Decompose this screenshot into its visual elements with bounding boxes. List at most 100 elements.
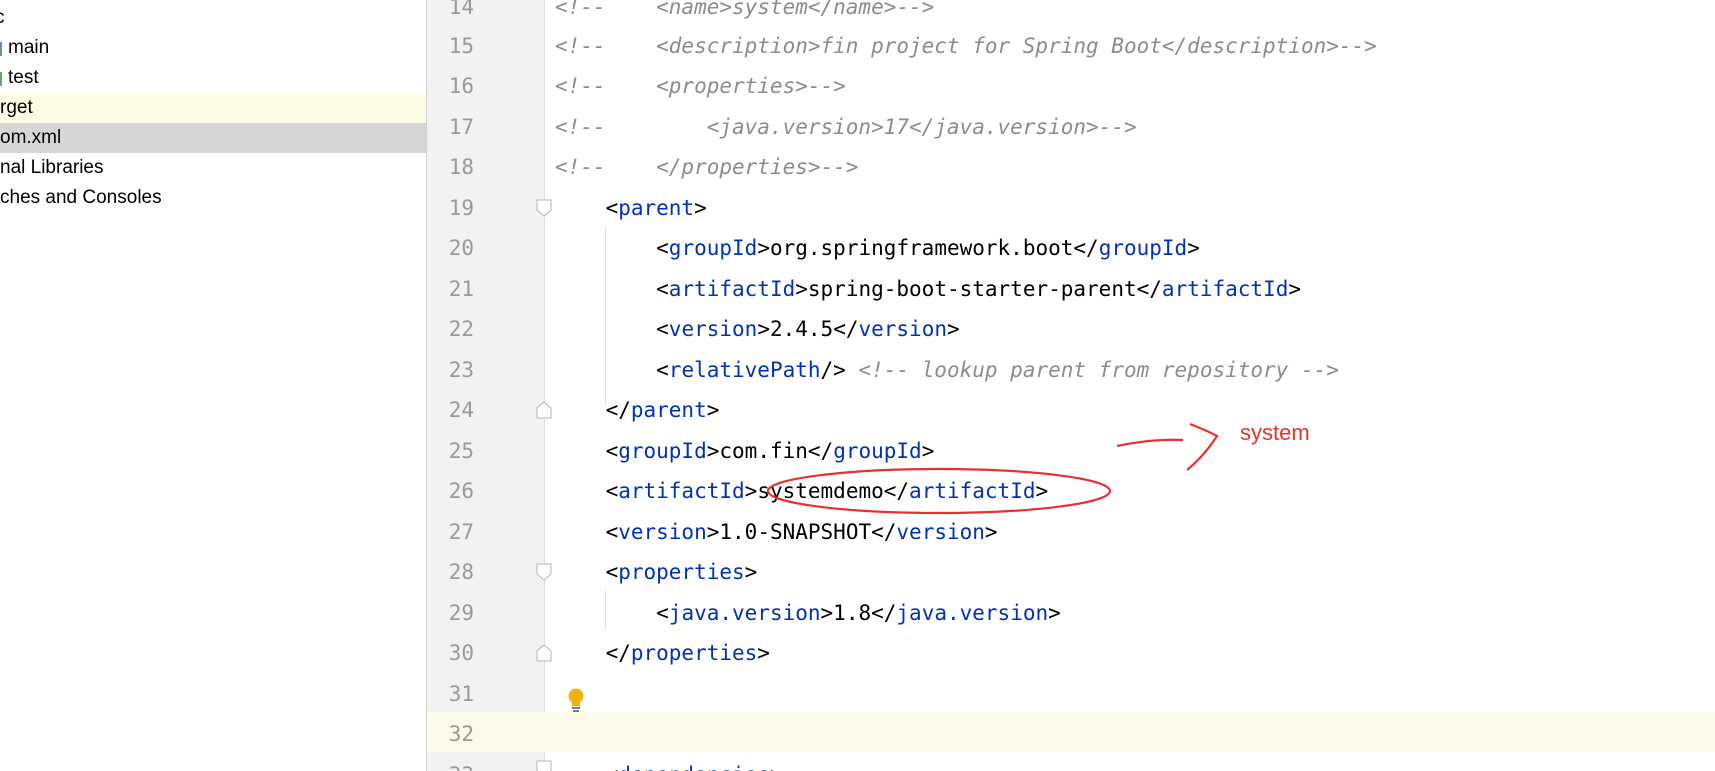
code-line-24: </parent> (555, 390, 720, 430)
xml-tag: dependencies (618, 763, 770, 771)
code-line-26: <artifactId>systemdemo</artifactId> (555, 471, 1049, 511)
xml-comment: <!-- <name>system</name>--> (555, 0, 935, 19)
bracket: < (555, 439, 619, 463)
tree-item-target[interactable]: rget (0, 93, 426, 123)
tree-item-label: test (8, 67, 39, 88)
tree-item-label: main (8, 37, 50, 58)
line-number: 16 (448, 74, 474, 98)
line-number: 29 (448, 601, 474, 625)
bracket: < (555, 358, 669, 382)
xml-tag: java.version (896, 601, 1049, 625)
xml-comment: <!-- </properties>--> (555, 155, 859, 179)
xml-tag: artifactId (668, 277, 796, 301)
bracket: > (770, 763, 783, 771)
bracket: > (947, 317, 960, 341)
code-line-25: <groupId>com.fin</groupId> (555, 431, 935, 471)
line-number: 27 (448, 520, 474, 544)
code-line-18: <!-- </properties>--> (555, 147, 858, 187)
xml-tag: parent (618, 196, 695, 220)
line-number: 17 (448, 115, 474, 139)
xml-value: systemdemo (757, 479, 884, 503)
code-line-20: <groupId>org.springframework.boot</group… (555, 228, 1200, 268)
xml-value: 1.0-SNAPSHOT (719, 520, 872, 544)
xml-tag: version (896, 520, 985, 544)
xml-comment: <!-- <description>fin project for Spring… (555, 34, 1377, 58)
line-number: 33 (427, 755, 474, 771)
xml-value: 1.8 (833, 601, 872, 625)
xml-value: org.springframework.boot (769, 236, 1074, 260)
tree-item-label: om.xml (0, 127, 62, 148)
tree-item-scratches-and-consoles[interactable]: ches and Consoles (0, 183, 426, 213)
fold-open-icon[interactable] (536, 199, 552, 217)
tree-item-main[interactable]: main (0, 33, 426, 63)
xml-comment: <!-- lookup parent from repository --> (858, 358, 1339, 382)
line-number: 28 (448, 560, 474, 584)
bracket: < (555, 601, 669, 625)
xml-tag: groupId (618, 439, 707, 463)
code-line-22: <version>2.4.5</version> (555, 309, 960, 349)
tree-item-pom-xml[interactable]: om.xml (0, 123, 426, 153)
line-number: 22 (448, 317, 474, 341)
line-number: 24 (448, 398, 474, 422)
xml-tag: artifactId (909, 479, 1036, 503)
code-editor[interactable]: 14 15 16 17 18 19 20 21 22 23 24 25 26 2… (427, 0, 1715, 771)
xml-comment: <!-- <properties>--> (555, 74, 846, 98)
fold-close-icon[interactable] (536, 644, 552, 662)
line-number: 15 (448, 34, 474, 58)
code-line-19: <parent> (555, 188, 707, 228)
bracket: </ (833, 317, 859, 341)
tree-item-src[interactable]: c (0, 3, 426, 33)
code-line-21: <artifactId>spring-boot-starter-parent</… (555, 269, 1301, 309)
xml-tag: groupId (668, 236, 758, 260)
bracket: > (795, 277, 808, 301)
fold-close-icon[interactable] (536, 401, 552, 419)
bracket: > (744, 560, 758, 584)
bracket: </ (1136, 277, 1162, 301)
xml-tag: version (618, 520, 707, 544)
line-number: 19 (448, 196, 474, 220)
bracket: </ (871, 520, 897, 544)
line-number: 26 (448, 479, 474, 503)
bracket: < (555, 560, 619, 584)
xml-tag: artifactId (1161, 277, 1289, 301)
line-number: 31 (448, 682, 474, 706)
code-line-27: <version>1.0-SNAPSHOT</version> (555, 512, 998, 552)
bracket: > (1048, 601, 1061, 625)
xml-tag: relativePath (668, 358, 821, 382)
bracket: </ (1073, 236, 1099, 260)
bracket: > (1288, 277, 1302, 301)
xml-value: spring-boot-starter-parent (807, 277, 1137, 301)
code-line-30: </properties> (555, 633, 770, 673)
xml-tag: java.version (668, 601, 821, 625)
bracket: < (555, 520, 619, 544)
code-line-29: <java.version>1.8</java.version> (555, 593, 1061, 633)
bracket: /> (820, 358, 859, 382)
code-line-23: <relativePath/> <!-- lookup parent from … (555, 350, 1339, 390)
xml-tag: groupId (1098, 236, 1188, 260)
annotation-label: system (1240, 420, 1310, 445)
code-line-33: <dependencies> (555, 755, 783, 771)
bracket: > (757, 236, 770, 260)
bracket: > (757, 641, 770, 665)
bracket: < (555, 479, 619, 503)
bracket: < (555, 277, 669, 301)
fold-open-icon[interactable] (536, 563, 552, 581)
bracket: < (555, 317, 669, 341)
line-number: 21 (448, 277, 474, 301)
xml-value: com.fin (719, 439, 808, 463)
bracket: > (744, 479, 758, 503)
tree-item-test[interactable]: test (0, 63, 426, 93)
bracket: > (706, 520, 720, 544)
fold-open-icon[interactable] (536, 760, 552, 771)
tree-item-external-libraries[interactable]: nal Libraries (0, 153, 426, 183)
lightbulb-icon[interactable] (565, 687, 587, 713)
bracket: > (1035, 479, 1049, 503)
code-line-28: <properties> (555, 552, 758, 592)
bracket: > (921, 439, 935, 463)
code-line-15: <!-- <description>fin project for Spring… (555, 26, 1377, 66)
line-number: 20 (448, 236, 474, 260)
xml-tag: groupId (833, 439, 922, 463)
line-number: 32 (448, 722, 474, 746)
bracket: > (757, 317, 770, 341)
bracket: < (555, 236, 669, 260)
